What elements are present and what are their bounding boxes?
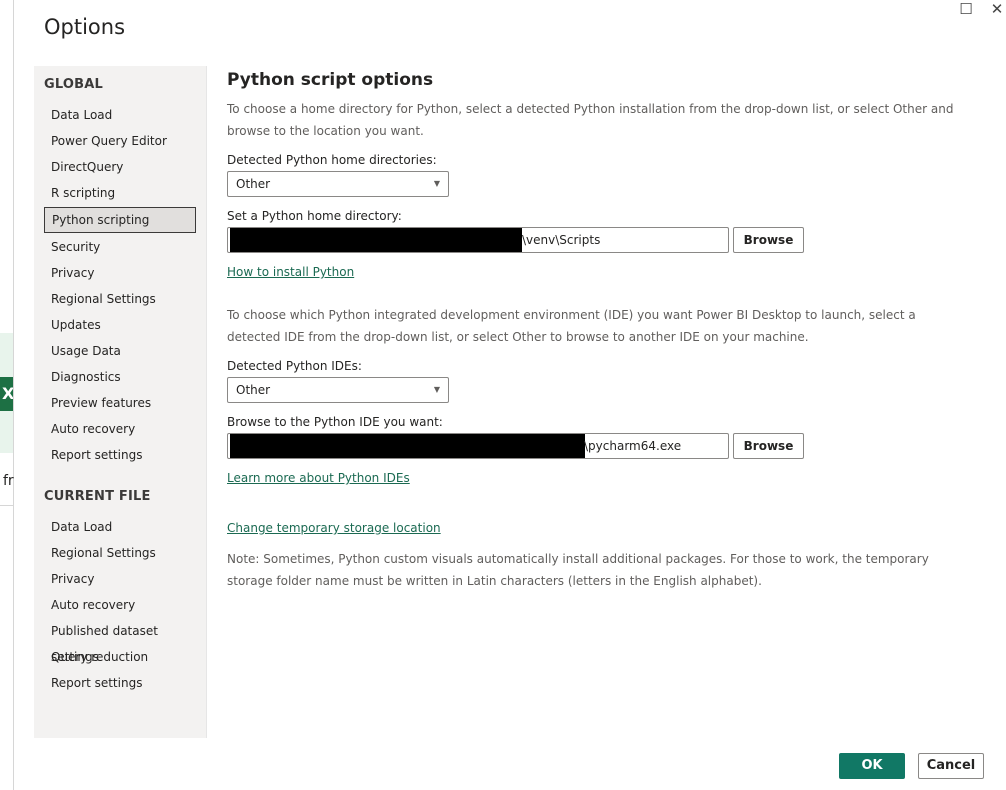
ide-description: To choose which Python integrated develo… [227, 308, 916, 344]
sidebar-item-preview-features[interactable]: Preview features [44, 390, 196, 416]
sidebar-item-privacy[interactable]: Privacy [44, 260, 196, 286]
browse-ide-button[interactable]: Browse [733, 433, 804, 459]
ide-path-value: \pycharm64.exe [584, 439, 682, 453]
install-python-link[interactable]: How to install Python [227, 265, 354, 279]
detected-home-label: Detected Python home directories: [227, 153, 437, 167]
detected-ide-dropdown[interactable]: Other ▼ [227, 377, 449, 403]
close-icon[interactable]: ✕ [987, 0, 1006, 18]
sidebar-item-usage-data[interactable]: Usage Data [44, 338, 196, 364]
storage-note: Note: Sometimes, Python custom visuals a… [227, 552, 929, 588]
redacted-path [230, 434, 585, 458]
python-ides-link[interactable]: Learn more about Python IDEs [227, 471, 410, 485]
sidebar-item-python-scripting[interactable]: Python scripting [44, 207, 196, 233]
sidebar-item-updates[interactable]: Updates [44, 312, 196, 338]
sidebar-item-auto-recovery[interactable]: Auto recovery [44, 416, 196, 442]
sidebar-item-published-dataset-settings[interactable]: Published dataset settings [44, 618, 196, 664]
home-directory-description: To choose a home directory for Python, s… [227, 102, 954, 138]
detected-home-value: Other [236, 177, 271, 191]
global-section-header: GLOBAL [44, 77, 103, 92]
chevron-down-icon: ▼ [433, 179, 440, 188]
set-home-label: Set a Python home directory: [227, 209, 402, 223]
chevron-down-icon: ▼ [433, 385, 440, 394]
home-directory-input[interactable]: \venv\Scripts [227, 227, 729, 253]
sidebar-item-data-load[interactable]: Data Load [44, 102, 196, 128]
sidebar-item-directquery[interactable]: DirectQuery [44, 154, 196, 180]
sidebar-item-power-query-editor[interactable]: Power Query Editor [44, 128, 196, 154]
maximize-icon[interactable]: ☐ [956, 0, 976, 18]
background-divider [0, 505, 13, 506]
browse-home-button[interactable]: Browse [733, 227, 804, 253]
dialog-title: Options [44, 15, 126, 39]
change-storage-link[interactable]: Change temporary storage location [227, 521, 441, 535]
sidebar-item-report-settings[interactable]: Report settings [44, 442, 196, 468]
sidebar-item-diagnostics[interactable]: Diagnostics [44, 364, 196, 390]
sidebar-item-file-data-load[interactable]: Data Load [44, 514, 196, 540]
background-text-fragment: fr [3, 473, 14, 489]
home-directory-value: \venv\Scripts [522, 233, 601, 247]
sidebar-item-file-privacy[interactable]: Privacy [44, 566, 196, 592]
sidebar-item-file-report-settings[interactable]: Report settings [44, 670, 196, 696]
sidebar-item-query-reduction[interactable]: Query reduction [44, 644, 196, 670]
sidebar-item-r-scripting[interactable]: R scripting [44, 180, 196, 206]
ok-button[interactable]: OK [839, 753, 905, 779]
current-file-section-header: CURRENT FILE [44, 489, 151, 504]
options-sidebar: GLOBAL Data Load Power Query Editor Dire… [34, 66, 207, 738]
browse-ide-label: Browse to the Python IDE you want: [227, 415, 443, 429]
detected-ide-label: Detected Python IDEs: [227, 359, 362, 373]
redacted-path [230, 228, 522, 252]
cancel-button[interactable]: Cancel [918, 753, 984, 779]
sidebar-item-file-regional-settings[interactable]: Regional Settings [44, 540, 196, 566]
sidebar-item-security[interactable]: Security [44, 234, 196, 260]
page-title: Python script options [227, 70, 434, 90]
excel-icon: X [0, 377, 13, 411]
sidebar-item-file-auto-recovery[interactable]: Auto recovery [44, 592, 196, 618]
ide-path-input[interactable]: \pycharm64.exe [227, 433, 729, 459]
detected-ide-value: Other [236, 383, 271, 397]
sidebar-item-regional-settings[interactable]: Regional Settings [44, 286, 196, 312]
detected-home-dropdown[interactable]: Other ▼ [227, 171, 449, 197]
